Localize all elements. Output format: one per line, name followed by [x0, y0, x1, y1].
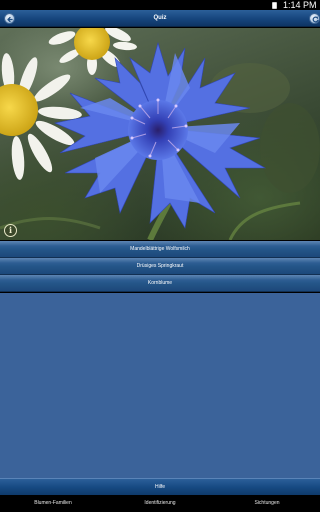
daisy-left [0, 53, 82, 180]
answer-list: Mandelblättrige Wolfsmilch Drüsiges Spri… [0, 241, 320, 292]
bottom-tab-bar: Blumen-Familien Identifizierung Sichtung… [0, 495, 320, 512]
refresh-button[interactable] [309, 13, 320, 24]
page-title: Quiz [153, 15, 167, 21]
answer-option[interactable]: Drüsiges Springkraut [0, 258, 320, 275]
quiz-flower-photo: i [0, 28, 320, 240]
help-button[interactable]: Hilfe [0, 478, 320, 495]
answer-label: Drüsiges Springkraut [136, 263, 184, 269]
title-bar: Quiz [0, 10, 320, 27]
answer-shine [0, 241, 320, 246]
answer-shine [0, 258, 320, 263]
answer-label: Kornblume [147, 280, 173, 286]
tab-sightings[interactable]: Sichtungen [214, 495, 320, 512]
answer-label: Mandelblättrige Wolfsmilch [130, 246, 190, 252]
battery-icon [272, 2, 277, 9]
refresh-icon [312, 16, 319, 23]
answer-option[interactable]: Kornblume [0, 275, 320, 292]
tab-flower-families[interactable]: Blumen-Familien [0, 495, 106, 512]
tab-identification[interactable]: Identifizierung [107, 495, 213, 512]
help-label: Hilfe [154, 484, 165, 490]
status-bar: 1:14 PM [0, 0, 320, 10]
content-background [0, 293, 320, 478]
info-button[interactable]: i [4, 224, 17, 237]
status-time: 1:14 PM [283, 0, 317, 10]
cornflower-image [0, 28, 320, 240]
answer-option[interactable]: Mandelblättrige Wolfsmilch [0, 241, 320, 258]
answer-shine [0, 275, 320, 280]
